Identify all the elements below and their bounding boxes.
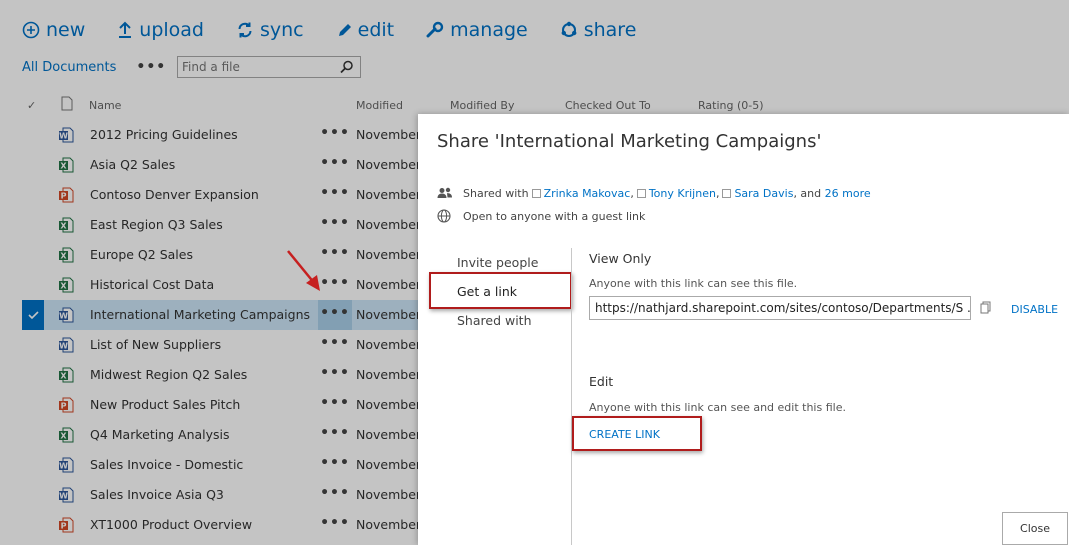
view-only-title: View Only (589, 251, 652, 266)
nav-divider (571, 248, 572, 545)
shared-with-label: Shared with (463, 186, 529, 200)
guest-link-status: Open to anyone with a guest link (437, 208, 645, 224)
open-guest-text: Open to anyone with a guest link (463, 209, 646, 223)
person-link-1[interactable]: Zrinka Makovac (544, 187, 631, 200)
person-checkbox-2[interactable] (636, 188, 646, 198)
close-button[interactable]: Close (1002, 512, 1068, 545)
red-arrow-icon (287, 250, 320, 291)
view-only-url-field[interactable]: https://nathjard.sharepoint.com/sites/co… (589, 296, 971, 320)
person-checkbox-1[interactable] (531, 188, 541, 198)
copy-icon[interactable] (980, 301, 991, 314)
share-dialog: Share 'International Marketing Campaigns… (418, 114, 1069, 545)
shared-with-summary: Shared with Zrinka Makovac, Tony Krijnen… (437, 185, 871, 201)
people-icon (437, 187, 452, 198)
create-link-highlight (572, 416, 702, 451)
edit-description: Anyone with this link can see and edit t… (589, 401, 846, 414)
person-link-3[interactable]: Sara Davis (734, 187, 793, 200)
tab-shared-with[interactable]: Shared with (457, 313, 538, 342)
and-text: , and (793, 186, 822, 200)
more-people-link[interactable]: 26 more (825, 187, 871, 200)
disable-link-button[interactable]: DISABLE (1011, 303, 1058, 316)
globe-icon (437, 209, 451, 223)
view-only-description: Anyone with this link can see this file. (589, 277, 798, 290)
dialog-title: Share 'International Marketing Campaigns… (437, 131, 822, 152)
person-checkbox-3[interactable] (722, 188, 732, 198)
edit-title: Edit (589, 374, 614, 389)
person-link-2[interactable]: Tony Krijnen (649, 187, 716, 200)
get-a-link-highlight (429, 272, 572, 309)
